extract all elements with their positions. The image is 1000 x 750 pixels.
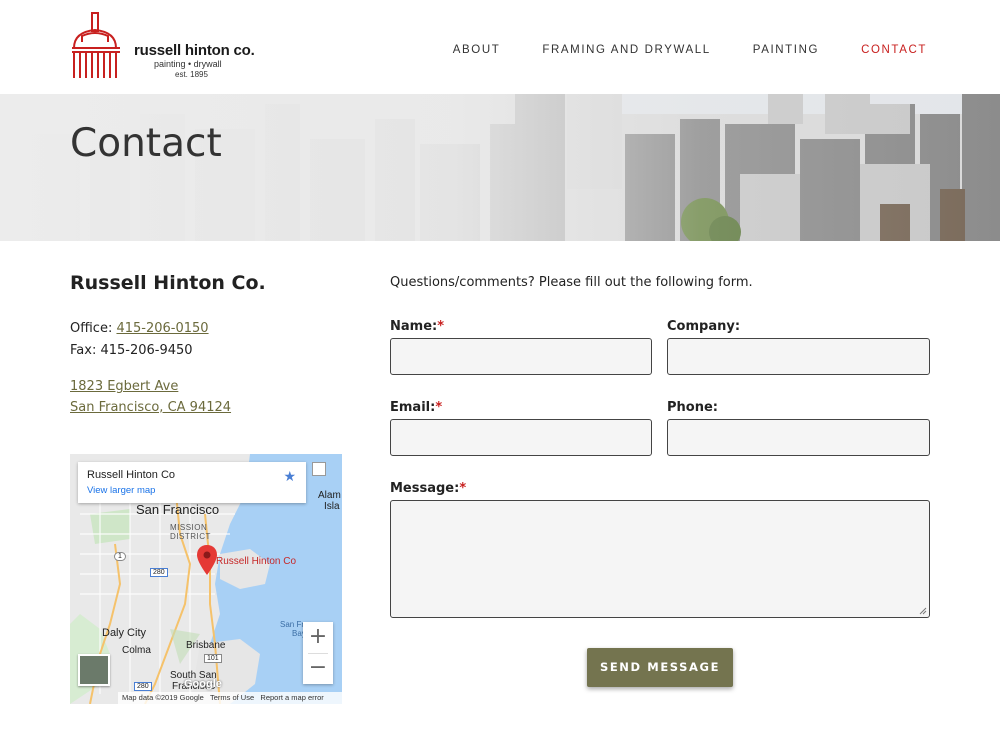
satellite-toggle[interactable] bbox=[78, 654, 110, 686]
map-zoom-control: + − bbox=[303, 622, 333, 684]
map-label-district: DISTRICT bbox=[170, 532, 211, 541]
map-route-101: 101 bbox=[204, 654, 222, 663]
map-place-name: Russell Hinton Co bbox=[87, 469, 176, 481]
name-label: Name:* bbox=[390, 319, 444, 334]
fullscreen-icon[interactable] bbox=[312, 462, 326, 476]
map-label-colma: Colma bbox=[122, 645, 151, 656]
nav-item-contact[interactable]: CONTACT bbox=[861, 44, 927, 56]
email-label-text: Email: bbox=[390, 400, 436, 415]
map-footer: Map data ©2019 Google Terms of Use Repor… bbox=[118, 692, 342, 704]
page-title: Contact bbox=[70, 121, 222, 166]
message-textarea[interactable] bbox=[390, 500, 930, 618]
company-input[interactable] bbox=[667, 338, 930, 375]
brand-established: est. 1895 bbox=[175, 70, 208, 79]
map-route-1: 1 bbox=[114, 552, 126, 561]
name-label-text: Name: bbox=[390, 319, 438, 334]
site-logo[interactable]: russell hinton co. painting • drywall es… bbox=[70, 12, 260, 80]
required-marker: * bbox=[459, 481, 467, 496]
map-marker-label: Russell Hinton Co bbox=[216, 556, 297, 567]
office-line: Office: 415-206-0150 bbox=[70, 321, 209, 336]
message-label-text: Message: bbox=[390, 481, 460, 496]
map-place-card: Russell Hinton Co View larger map ★ bbox=[78, 462, 306, 503]
office-phone-link[interactable]: 415-206-0150 bbox=[116, 321, 208, 336]
map-label-daly-city: Daly City bbox=[102, 627, 147, 639]
form-intro: Questions/comments? Please fill out the … bbox=[390, 275, 753, 290]
send-message-button[interactable]: SEND MESSAGE bbox=[587, 648, 733, 687]
map-label-alam: Alam bbox=[318, 490, 341, 501]
address-city-link[interactable]: San Francisco, CA 94124 bbox=[70, 400, 231, 415]
map-terms-link[interactable]: Terms of Use bbox=[210, 693, 254, 702]
email-label: Email:* bbox=[390, 400, 442, 415]
phone-label: Phone: bbox=[667, 400, 718, 415]
brand-name: russell hinton co. bbox=[134, 42, 255, 59]
resize-handle-icon[interactable] bbox=[919, 607, 927, 615]
required-marker: * bbox=[437, 319, 445, 334]
map-label-brisbane: Brisbane bbox=[186, 640, 226, 651]
brush-logo-icon bbox=[72, 12, 120, 78]
zoom-divider bbox=[308, 653, 328, 654]
company-name: Russell Hinton Co. bbox=[70, 272, 266, 294]
company-label: Company: bbox=[667, 319, 741, 334]
map-report-link[interactable]: Report a map error bbox=[260, 693, 323, 702]
map-label-sf-bay: San Fr bbox=[280, 620, 305, 629]
zoom-out-button[interactable]: − bbox=[303, 653, 333, 684]
google-logo: Google bbox=[184, 678, 222, 690]
nav-item-framing-drywall[interactable]: FRAMING AND DRYWALL bbox=[542, 44, 710, 56]
save-star-icon[interactable]: ★ bbox=[283, 469, 296, 485]
nav-item-about[interactable]: ABOUT bbox=[453, 44, 501, 56]
city-skyline-image bbox=[0, 94, 1000, 241]
main-nav: ABOUT FRAMING AND DRYWALL PAINTING CONTA… bbox=[411, 44, 927, 56]
site-header: russell hinton co. painting • drywall es… bbox=[0, 0, 1000, 94]
address-street-link[interactable]: 1823 Egbert Ave bbox=[70, 379, 178, 394]
map-route-280: 280 bbox=[150, 568, 168, 577]
phone-input[interactable] bbox=[667, 419, 930, 456]
view-larger-map-link[interactable]: View larger map bbox=[87, 485, 155, 496]
hero-banner: Contact bbox=[0, 94, 1000, 241]
office-label: Office: bbox=[70, 321, 117, 336]
email-input[interactable] bbox=[390, 419, 652, 456]
map-marker-icon[interactable] bbox=[197, 545, 217, 575]
fax-line: Fax: 415-206-9450 bbox=[70, 343, 193, 358]
map-route-280-south: 280 bbox=[134, 682, 152, 691]
nav-item-painting[interactable]: PAINTING bbox=[753, 44, 819, 56]
message-label: Message:* bbox=[390, 481, 466, 496]
embedded-map[interactable]: San Francisco MISSION DISTRICT Daly City… bbox=[70, 454, 342, 704]
map-label-san-francisco: San Francisco bbox=[136, 502, 220, 517]
brand-tagline: painting • drywall bbox=[154, 59, 222, 69]
address-line-2: San Francisco, CA 94124 bbox=[70, 400, 231, 415]
required-marker: * bbox=[435, 400, 443, 415]
name-input[interactable] bbox=[390, 338, 652, 375]
map-label-isla: Isla bbox=[324, 501, 340, 512]
zoom-in-button[interactable]: + bbox=[303, 622, 333, 653]
map-data-attribution: Map data ©2019 Google bbox=[122, 693, 204, 702]
address-line-1: 1823 Egbert Ave bbox=[70, 379, 178, 394]
map-label-mission: MISSION bbox=[170, 523, 208, 532]
